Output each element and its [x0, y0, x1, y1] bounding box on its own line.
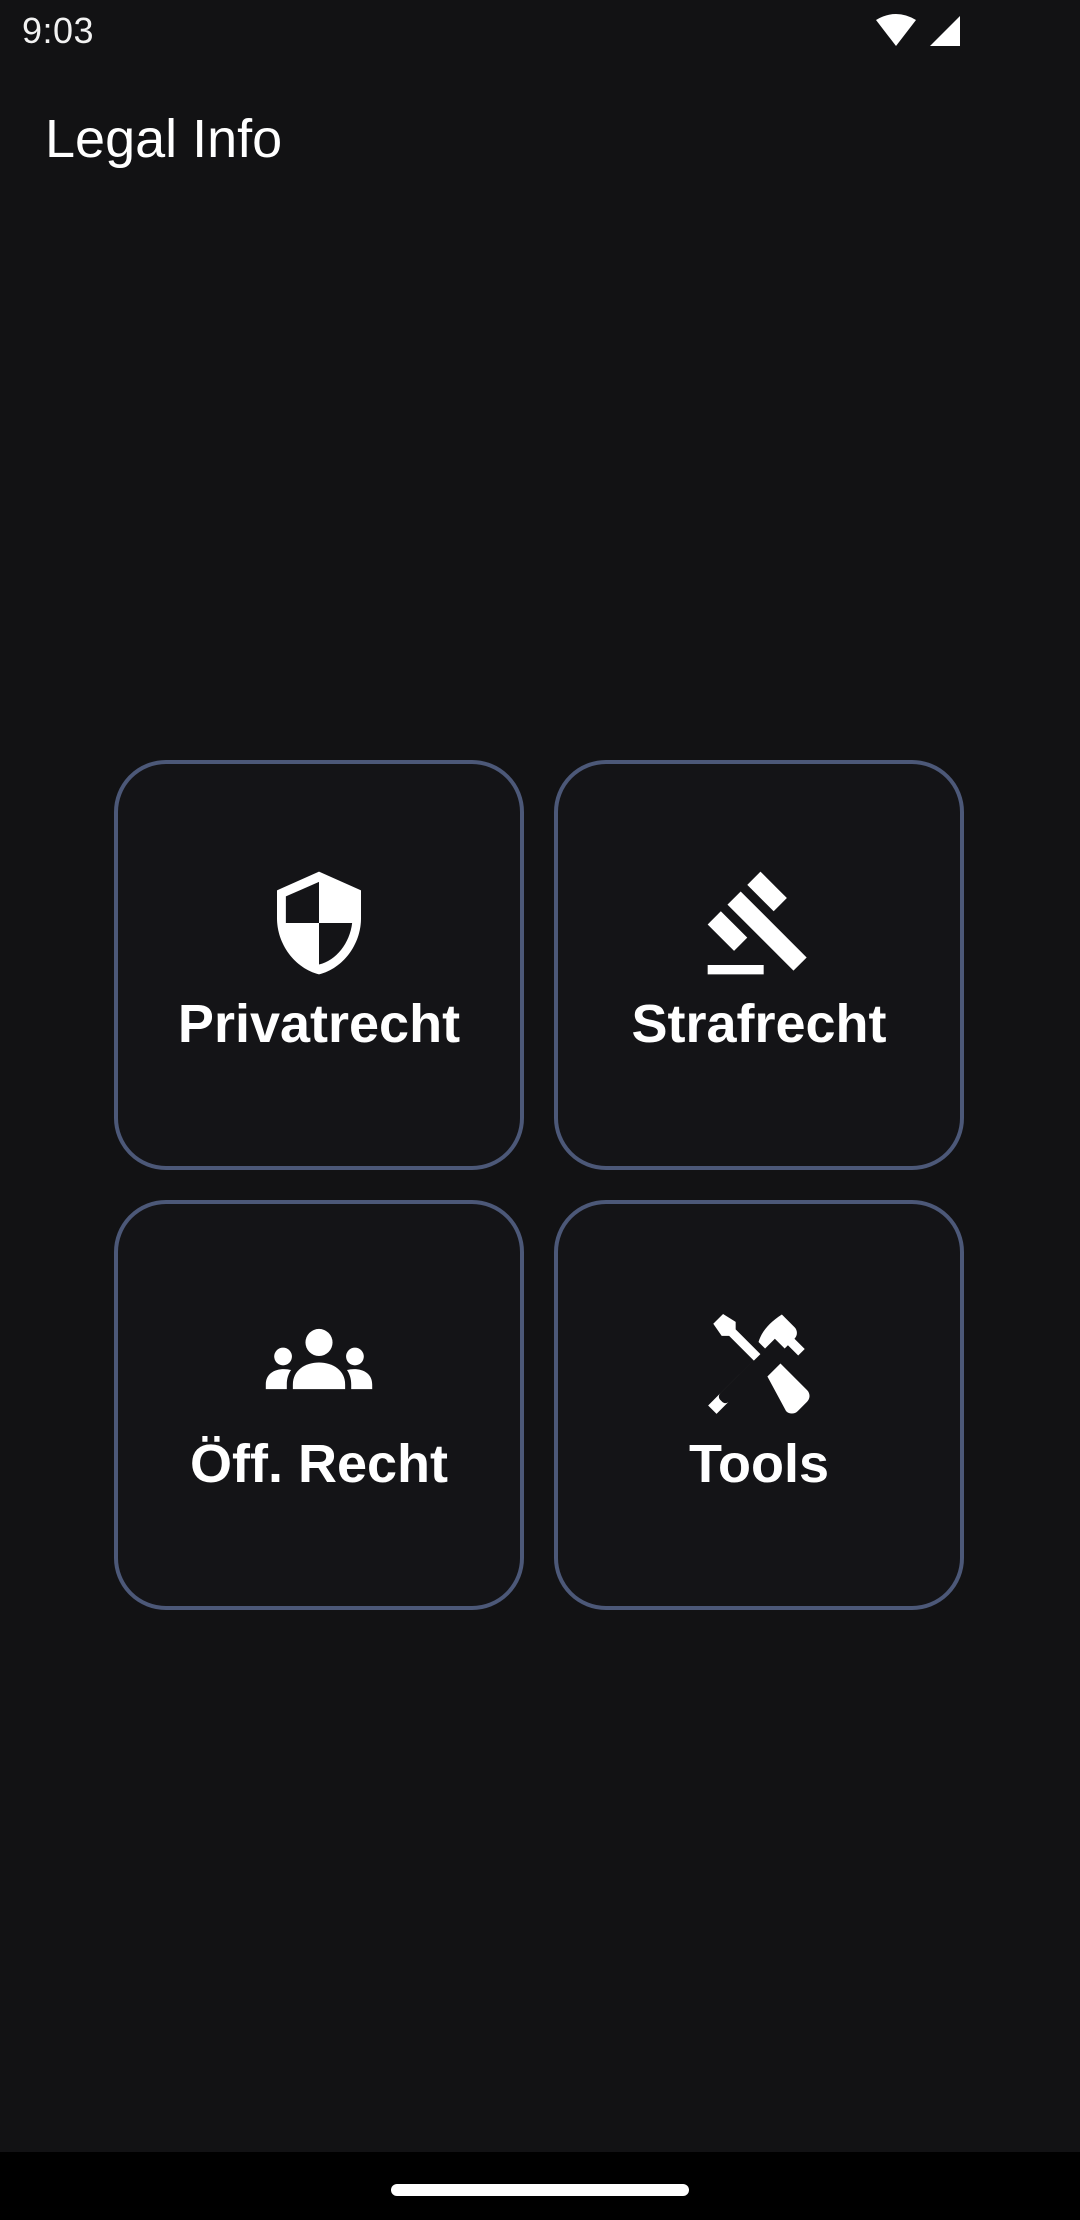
groups-icon — [263, 1307, 375, 1419]
page-title: Legal Info — [45, 109, 283, 169]
strafrecht-button[interactable]: Strafrecht — [554, 760, 964, 1170]
status-icons — [874, 14, 962, 53]
wifi-icon — [874, 14, 918, 53]
shield-icon — [263, 867, 375, 979]
tile-label: Strafrecht — [631, 994, 887, 1054]
status-time: 9:03 — [22, 10, 95, 51]
category-grid: Privatrecht Strafrecht Öff. Recht Tools — [114, 760, 966, 1612]
privatrecht-button[interactable]: Privatrecht — [114, 760, 524, 1170]
tools-button[interactable]: Tools — [554, 1200, 964, 1610]
tile-label: Öff. Recht — [189, 1434, 448, 1494]
oeff-recht-button[interactable]: Öff. Recht — [114, 1200, 524, 1610]
tile-label: Privatrecht — [177, 994, 461, 1054]
tile-label: Tools — [689, 1434, 829, 1494]
navigation-bar — [0, 2152, 1080, 2220]
tools-icon — [703, 1307, 815, 1419]
status-bar: 9:03 — [0, 0, 1080, 64]
home-gesture-handle[interactable] — [391, 2184, 689, 2196]
cellular-signal-icon — [928, 14, 962, 53]
gavel-icon — [703, 867, 815, 979]
